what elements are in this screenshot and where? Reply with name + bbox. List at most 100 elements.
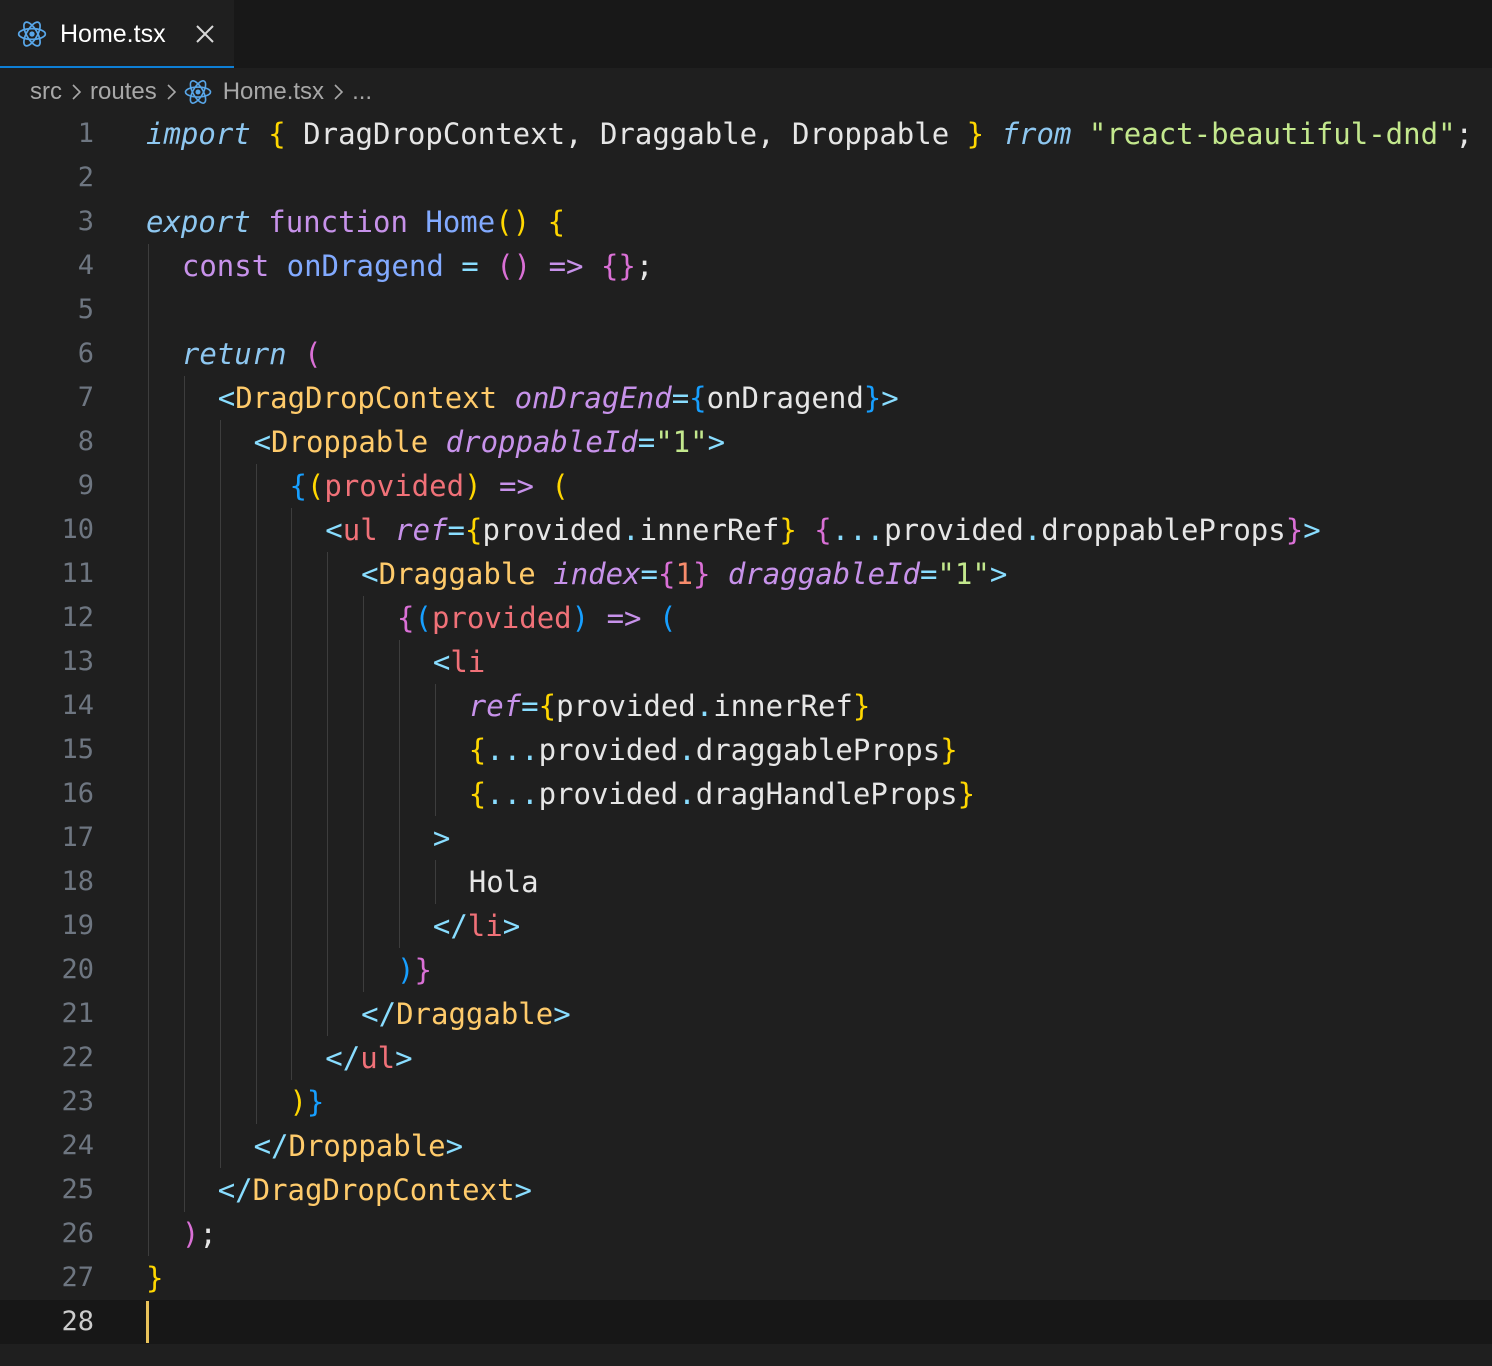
code-token: < [432, 645, 451, 679]
code-token: } [414, 953, 432, 987]
code-token: ) [464, 469, 482, 503]
code-token: provided [538, 777, 679, 811]
code-line[interactable]: 15 {...provided.draggableProps} [0, 728, 1492, 772]
code-token: } [852, 689, 871, 723]
code-text: <Droppable droppableId="1"> [254, 420, 725, 464]
code-token: > [1303, 513, 1321, 547]
code-token: const [181, 249, 270, 283]
line-number: 23 [61, 1086, 94, 1117]
close-icon[interactable] [194, 23, 216, 45]
code-token: } [940, 733, 958, 767]
code-line[interactable]: 14 ref={provided.innerRef} [0, 684, 1492, 728]
code-token: } [306, 1085, 325, 1119]
code-line[interactable]: 13 <li [0, 640, 1492, 684]
code-line[interactable]: 4 const onDragend = () => {}; [0, 244, 1492, 288]
code-token: DragDropContext, Draggable, Droppable [285, 117, 967, 151]
code-line[interactable]: 11 <Draggable index={1} draggableId="1"> [0, 552, 1492, 596]
code-token: provided [538, 733, 679, 767]
line-number: 27 [61, 1262, 94, 1293]
code-token: () [496, 249, 532, 283]
code-line[interactable]: 18 Hola [0, 860, 1492, 904]
code-token: export [146, 205, 251, 239]
line-number: 28 [61, 1306, 94, 1337]
breadcrumb-file[interactable]: Home.tsx [221, 78, 326, 106]
code-token: < [217, 381, 236, 415]
code-token: DragDropContext [235, 381, 498, 415]
code-line[interactable]: 16 {...provided.dragHandleProps} [0, 772, 1492, 816]
code-token: { [538, 689, 557, 723]
tab-bar: Home.tsx [0, 0, 1492, 68]
tab-home-tsx[interactable]: Home.tsx [0, 0, 234, 68]
code-token: => [548, 249, 584, 283]
code-token: innerRef [713, 689, 853, 723]
line-number: 8 [77, 426, 94, 457]
code-token: = [447, 513, 466, 547]
code-token: from [1001, 117, 1072, 151]
code-text: <ul ref={provided.innerRef} {...provided… [325, 508, 1320, 552]
code-text: )} [397, 948, 432, 992]
code-token: { [689, 381, 707, 415]
code-token: droppableProps [1041, 513, 1286, 547]
code-token: ; [1455, 117, 1473, 151]
code-line[interactable]: 25 </DragDropContext> [0, 1168, 1492, 1212]
code-line[interactable]: 23)} [0, 1080, 1492, 1124]
indent-guide [399, 640, 401, 948]
code-line[interactable]: 5 [0, 288, 1492, 332]
code-line[interactable]: 7 <DragDropContext onDragEnd={onDragend}> [0, 376, 1492, 420]
indent-guide [183, 376, 185, 1212]
line-number: 10 [61, 514, 94, 545]
code-token: ... [486, 777, 539, 811]
line-number: 1 [77, 118, 94, 149]
code-token: > [881, 381, 899, 415]
line-number: 2 [77, 162, 94, 193]
code-token: } [1285, 513, 1304, 547]
line-number: 5 [77, 294, 94, 325]
code-line[interactable]: 8 <Droppable droppableId="1"> [0, 420, 1492, 464]
code-text: {(provided) => ( [397, 596, 676, 640]
code-token: } [863, 381, 882, 415]
code-token: onDragend [706, 381, 864, 415]
code-line[interactable]: 3 export function Home() { [0, 200, 1492, 244]
code-line[interactable]: 2 [0, 156, 1492, 200]
code-line[interactable]: 20)} [0, 948, 1492, 992]
code-token: ) [289, 1085, 307, 1119]
code-token: = [461, 249, 479, 283]
code-line[interactable]: 10 <ul ref={provided.innerRef} {...provid… [0, 508, 1492, 552]
code-line[interactable]: 17 > [0, 816, 1492, 860]
code-line[interactable]: 9 {(provided) => ( [0, 464, 1492, 508]
breadcrumb-symbol[interactable]: ... [350, 78, 374, 106]
code-line[interactable]: 24 </Droppable> [0, 1124, 1492, 1168]
code-token: > [432, 821, 451, 855]
code-text: </Droppable> [254, 1124, 464, 1168]
code-text: <DragDropContext onDragEnd={onDragend}> [218, 376, 899, 420]
code-text: Hola [469, 860, 539, 904]
breadcrumb-src[interactable]: src [28, 78, 64, 106]
code-line[interactable]: 28 [0, 1300, 1492, 1344]
code-text: <Draggable index={1} draggableId="1"> [361, 552, 1007, 596]
code-line[interactable]: 26); [0, 1212, 1492, 1256]
code-token: provided [482, 513, 623, 547]
code-editor[interactable]: 1 import { DragDropContext, Draggable, Dr… [0, 112, 1492, 1366]
chevron-right-icon [72, 84, 82, 100]
code-line[interactable]: 1 import { DragDropContext, Draggable, Dr… [0, 112, 1492, 156]
code-line[interactable]: 21 </Draggable> [0, 992, 1492, 1036]
code-token: . [1023, 513, 1042, 547]
code-line[interactable]: 12 {(provided) => ( [0, 596, 1492, 640]
line-number: 7 [77, 382, 94, 413]
breadcrumb-routes[interactable]: routes [88, 78, 159, 106]
code-line[interactable]: 19 </li> [0, 904, 1492, 948]
code-line[interactable]: 27} [0, 1256, 1492, 1300]
code-token: = [919, 557, 938, 591]
code-line[interactable]: 22 </ul> [0, 1036, 1492, 1080]
code-token: < [361, 557, 379, 591]
code-token: "1" [655, 425, 708, 459]
code-token: function [268, 205, 408, 239]
code-line[interactable]: 6 return ( [0, 332, 1492, 376]
